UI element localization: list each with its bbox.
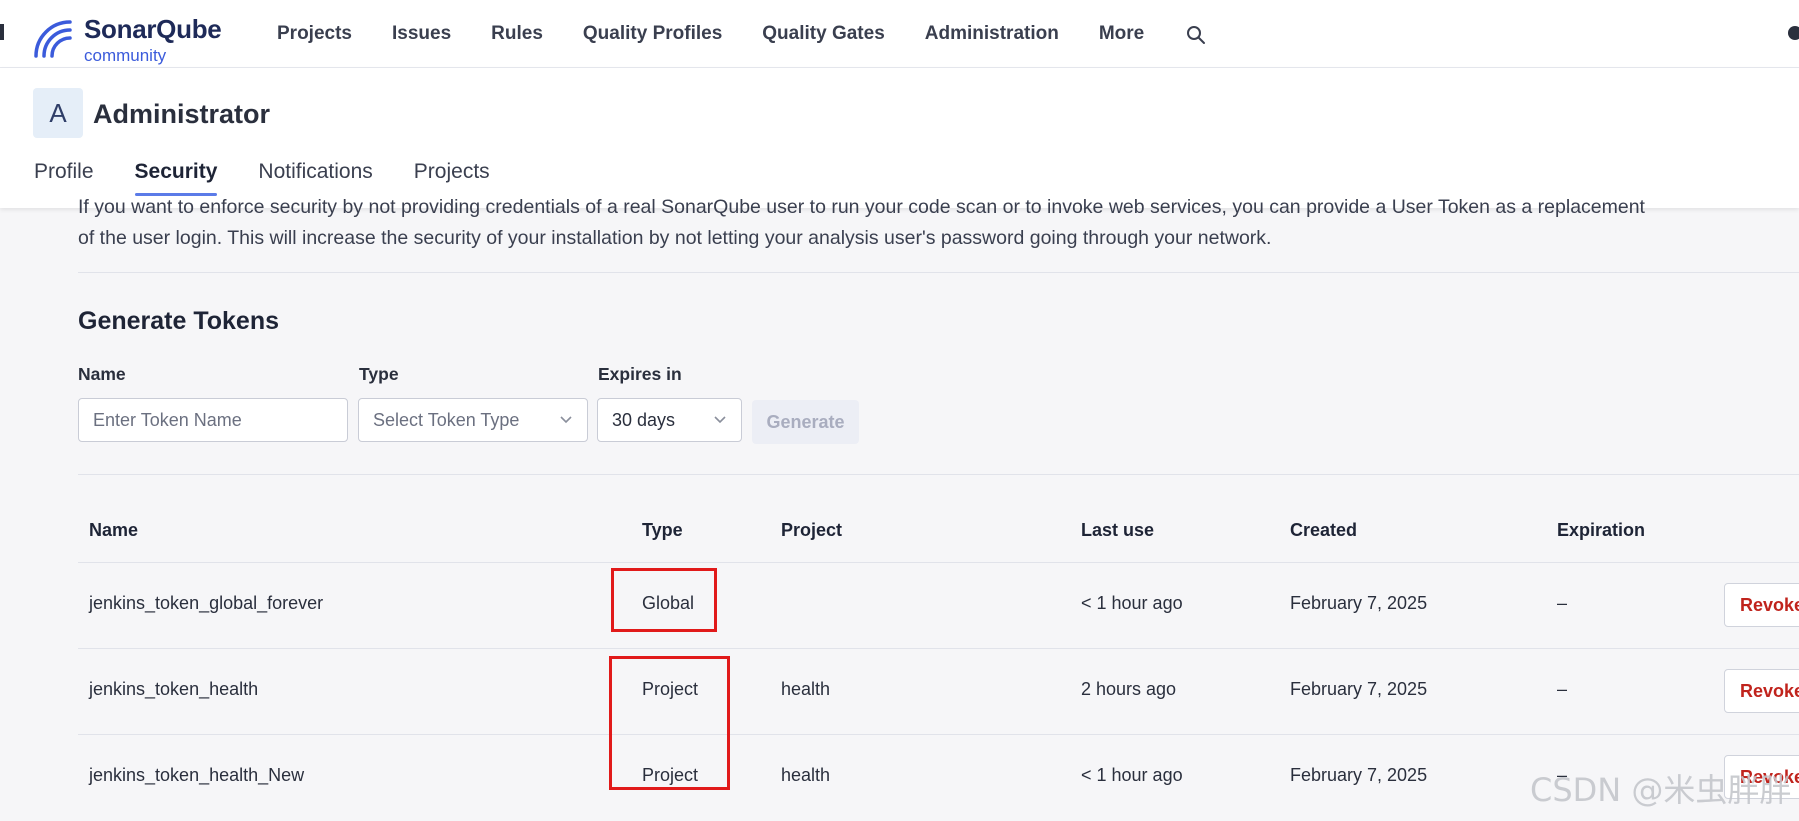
name-label: Name (78, 364, 126, 384)
token-created: February 7, 2025 (1290, 593, 1428, 613)
table-row: jenkins_token_global_forever Global < 1 … (78, 562, 1799, 649)
nav-more[interactable]: More (1099, 23, 1144, 45)
chevron-down-icon (714, 416, 726, 424)
token-expiration: – (1557, 679, 1568, 699)
watermark: CSDN @米虫胖胖 (1530, 771, 1792, 809)
window-edge-icon (0, 24, 4, 40)
token-project: health (781, 765, 831, 785)
token-expiration: – (1557, 593, 1568, 613)
token-created: February 7, 2025 (1290, 765, 1428, 785)
account-tabs: Profile Security Notifications Projects (34, 160, 531, 196)
sonarqube-logo[interactable]: SonarQube community (30, 12, 230, 65)
token-type-select[interactable]: Select Token Type (358, 398, 588, 442)
main-nav: Projects Issues Rules Quality Profiles Q… (277, 0, 1184, 68)
top-navigation-bar: SonarQube community Projects Issues Rule… (0, 0, 1799, 68)
nav-rules[interactable]: Rules (491, 23, 543, 45)
user-name: Administrator (93, 99, 271, 129)
token-type-placeholder: Select Token Type (373, 409, 520, 430)
column-header-name: Name (89, 520, 139, 540)
token-name: jenkins_token_health_New (89, 765, 305, 785)
type-label: Type (359, 364, 399, 384)
nav-quality-profiles[interactable]: Quality Profiles (583, 23, 722, 45)
revoke-button[interactable]: Revoke (1724, 583, 1799, 627)
search-icon[interactable] (1185, 24, 1207, 46)
chevron-down-icon (560, 416, 572, 424)
column-header-project: Project (781, 520, 843, 540)
nav-projects[interactable]: Projects (277, 23, 352, 45)
table-row: jenkins_token_health Project health 2 ho… (78, 648, 1799, 735)
help-icon[interactable] (1788, 26, 1799, 40)
tab-projects[interactable]: Projects (414, 160, 490, 196)
sonar-waves-icon (34, 20, 72, 58)
tab-security[interactable]: Security (134, 160, 217, 196)
security-intro-text: If you want to enforce security by not p… (78, 192, 1799, 254)
divider (78, 272, 1799, 273)
token-name: jenkins_token_global_forever (89, 593, 324, 613)
generate-button[interactable]: Generate (752, 400, 859, 444)
expires-in-select[interactable]: 30 days (597, 398, 742, 442)
annotation-highlight-global (611, 568, 717, 632)
intro-line-1: If you want to enforce security by not p… (78, 196, 1645, 218)
expires-in-value: 30 days (612, 409, 676, 430)
account-header: A Administrator Profile Security Notific… (0, 68, 1799, 208)
token-last-use: < 1 hour ago (1081, 765, 1183, 785)
column-header-last-use: Last use (1081, 520, 1155, 540)
token-created: February 7, 2025 (1290, 679, 1428, 699)
brand-edition: community (84, 46, 167, 65)
generate-tokens-title: Generate Tokens (78, 307, 280, 335)
tab-profile[interactable]: Profile (34, 160, 94, 196)
intro-line-2: of the user login. This will increase th… (78, 227, 1272, 249)
expires-label: Expires in (598, 364, 682, 384)
annotation-highlight-project (609, 656, 730, 790)
token-name-input[interactable]: Enter Token Name (78, 398, 348, 442)
token-last-use: 2 hours ago (1081, 679, 1177, 699)
column-header-expiration: Expiration (1557, 520, 1646, 540)
column-header-created: Created (1290, 520, 1358, 540)
nav-quality-gates[interactable]: Quality Gates (762, 23, 885, 45)
token-last-use: < 1 hour ago (1081, 593, 1183, 613)
brand-name: SonarQube (84, 14, 222, 44)
tab-notifications[interactable]: Notifications (258, 160, 372, 196)
revoke-button[interactable]: Revoke (1724, 669, 1799, 713)
token-project: health (781, 679, 831, 699)
column-header-type: Type (642, 520, 683, 540)
nav-issues[interactable]: Issues (392, 23, 451, 45)
avatar: A (33, 88, 83, 138)
nav-administration[interactable]: Administration (925, 23, 1059, 45)
token-name: jenkins_token_health (89, 679, 259, 699)
divider (78, 474, 1799, 475)
